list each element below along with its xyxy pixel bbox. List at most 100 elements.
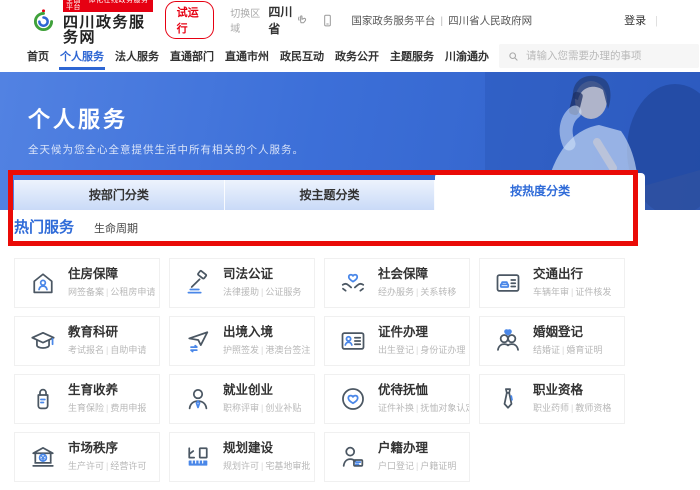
- service-link[interactable]: 出生登记: [378, 345, 414, 355]
- search-box[interactable]: [499, 44, 699, 68]
- tab-category-2[interactable]: 按热度分类: [435, 173, 646, 210]
- accessibility-icon[interactable]: [295, 13, 310, 28]
- service-link[interactable]: 证件补换: [378, 403, 414, 413]
- service-link[interactable]: 婚育证明: [566, 345, 602, 355]
- service-card-text: 出境入境 护照签发 | 港澳台签注: [223, 325, 310, 356]
- service-card-title: 就业创业: [223, 383, 274, 398]
- service-card[interactable]: 市场秩序生产许可 | 经营许可: [14, 432, 160, 482]
- region-switcher[interactable]: 切换区域 四川省: [230, 3, 295, 37]
- ruler-icon: [184, 443, 212, 471]
- mobile-icon[interactable]: [320, 13, 335, 28]
- idcard-icon: [339, 327, 367, 355]
- service-card[interactable]: 社会保障 经办服务 | 关系转移: [324, 258, 470, 308]
- heart-circle-icon: [339, 385, 367, 413]
- subtab-0[interactable]: 热门服务: [14, 210, 75, 246]
- service-link[interactable]: 护照签发: [223, 345, 259, 355]
- service-card-title: 证件办理: [378, 325, 429, 340]
- service-card-title: 教育科研: [68, 325, 119, 340]
- service-link[interactable]: 自助申请: [110, 345, 146, 355]
- service-card-links: 生产许可 | 经营许可: [68, 459, 146, 472]
- nav-item-7[interactable]: 主题服务: [389, 43, 435, 70]
- house-icon: [29, 269, 57, 297]
- nav-item-home[interactable]: 首页: [26, 43, 50, 70]
- service-link[interactable]: 生产许可: [68, 461, 104, 471]
- service-card-links: 经办服务 | 关系转移: [378, 285, 456, 298]
- service-card-title: 职业资格: [533, 383, 584, 398]
- service-link[interactable]: 网签备案: [68, 287, 104, 297]
- link-national-platform[interactable]: 国家政务服务平台: [351, 15, 435, 27]
- service-card[interactable]: 出境入境 护照签发 | 港澳台签注: [169, 316, 315, 366]
- service-card[interactable]: 生育收养 生育保险 | 费用申报: [14, 374, 160, 424]
- search-input[interactable]: [526, 50, 691, 62]
- site-logo-icon: [34, 8, 54, 31]
- service-card[interactable]: 规划建设 规划许可 | 宅基地审批: [169, 432, 315, 482]
- couple-icon: [494, 327, 522, 355]
- service-card-links: 考试报名 | 自助申请: [68, 343, 146, 356]
- nav-item-2[interactable]: 法人服务: [114, 43, 160, 70]
- service-link[interactable]: 费用申报: [110, 403, 146, 413]
- service-card[interactable]: 司法公证 法律援助 | 公证服务: [169, 258, 315, 308]
- nav-item-4[interactable]: 直通市州: [224, 43, 270, 70]
- service-card-text: 规划建设 规划许可 | 宅基地审批: [223, 441, 310, 472]
- service-link[interactable]: 生育保险: [68, 403, 104, 413]
- nav-item-1[interactable]: 个人服务: [59, 43, 105, 70]
- service-link[interactable]: 考试报名: [68, 345, 104, 355]
- page-title: 个人服务: [28, 107, 129, 132]
- person-tie-icon: [184, 385, 212, 413]
- service-link[interactable]: 车辆年审: [533, 287, 569, 297]
- service-card[interactable]: 证件办理出生登记 | 身份证办理: [324, 316, 470, 366]
- service-link[interactable]: 抚恤对象认定: [420, 403, 469, 413]
- subtab-1[interactable]: 生命周期: [94, 210, 138, 245]
- service-card-text: 交通出行 车辆年审 | 证件核发: [533, 267, 611, 298]
- service-link[interactable]: 公租房申请: [110, 287, 155, 297]
- service-card-title: 生育收养: [68, 383, 119, 398]
- nav-item-5[interactable]: 政民互动: [279, 43, 325, 70]
- tab-category-0[interactable]: 按部门分类: [14, 180, 225, 210]
- service-link[interactable]: 教师资格: [575, 403, 611, 413]
- service-card[interactable]: 职业资格 职业药师 | 教师资格: [479, 374, 625, 424]
- nav-item-8[interactable]: 川渝通办: [444, 43, 490, 70]
- service-link[interactable]: 结婚证: [533, 345, 560, 355]
- trial-badge: 试运行: [164, 1, 215, 39]
- service-card[interactable]: 就业创业 职称评审 | 创业补贴: [169, 374, 315, 424]
- service-link[interactable]: 户口登记: [378, 461, 414, 471]
- service-link[interactable]: 身份证办理: [420, 345, 465, 355]
- nav-item-3[interactable]: 直通部门: [169, 43, 215, 70]
- service-card[interactable]: 优待抚恤 证件补换 | 抚恤对象认定: [324, 374, 470, 424]
- service-link[interactable]: 创业补贴: [265, 403, 301, 413]
- tab-category-1[interactable]: 按主题分类: [224, 180, 436, 210]
- service-link[interactable]: 规划许可: [223, 461, 259, 471]
- car-card-icon: [494, 269, 522, 297]
- main-navbar: 首页 个人服务 法人服务 直通部门 直通市州 政民互动 政务公开 主题服务 川渝通办: [0, 40, 700, 72]
- service-link[interactable]: 证件核发: [575, 287, 611, 297]
- bank-icon: [29, 443, 57, 471]
- service-link[interactable]: 法律援助: [223, 287, 259, 297]
- service-link[interactable]: 公证服务: [265, 287, 301, 297]
- hero-banner: 个人服务 全天候为您全心全意提供生活中所有相关的个人服务。 按部门分类 按主题分类…: [0, 72, 700, 210]
- service-card[interactable]: 户籍办理 户口登记 | 户籍证明: [324, 432, 470, 482]
- service-card[interactable]: 住房保障 网签备案 | 公租房申请: [14, 258, 160, 308]
- service-link[interactable]: 经营许可: [110, 461, 146, 471]
- sub-tabs: 热门服务 生命周期: [14, 210, 637, 246]
- top-bar: 全国一体化在线政务服务平台 四川政务服务网 试运行 切换区域 四川省 国家政务服…: [0, 0, 700, 45]
- service-link[interactable]: 宅基地审批: [265, 461, 310, 471]
- link-sichuan-gov[interactable]: 四川省人民政府网: [448, 15, 532, 27]
- login-button[interactable]: 登录: [624, 15, 646, 27]
- service-link[interactable]: 户籍证明: [420, 461, 456, 471]
- region-current-value[interactable]: 四川省: [268, 3, 295, 37]
- service-card-title: 市场秩序: [68, 441, 119, 456]
- service-card-title: 住房保障: [68, 267, 119, 282]
- service-link[interactable]: 港澳台签注: [265, 345, 310, 355]
- service-link[interactable]: 职称评审: [223, 403, 259, 413]
- service-link[interactable]: 职业药师: [533, 403, 569, 413]
- service-card[interactable]: 教育科研考试报名 | 自助申请: [14, 316, 160, 366]
- service-link[interactable]: 关系转移: [420, 287, 456, 297]
- service-card[interactable]: 婚姻登记 结婚证 | 婚育证明: [479, 316, 625, 366]
- page-subtitle: 全天候为您全心全意提供生活中所有相关的个人服务。: [28, 144, 304, 156]
- service-link[interactable]: 经办服务: [378, 287, 414, 297]
- nav-item-6[interactable]: 政务公开: [334, 43, 380, 70]
- service-card-text: 司法公证 法律援助 | 公证服务: [223, 267, 301, 298]
- service-card[interactable]: 交通出行 车辆年审 | 证件核发: [479, 258, 625, 308]
- service-card-links: 出生登记 | 身份证办理: [378, 343, 465, 356]
- region-switch-label[interactable]: 切换区域: [230, 5, 260, 35]
